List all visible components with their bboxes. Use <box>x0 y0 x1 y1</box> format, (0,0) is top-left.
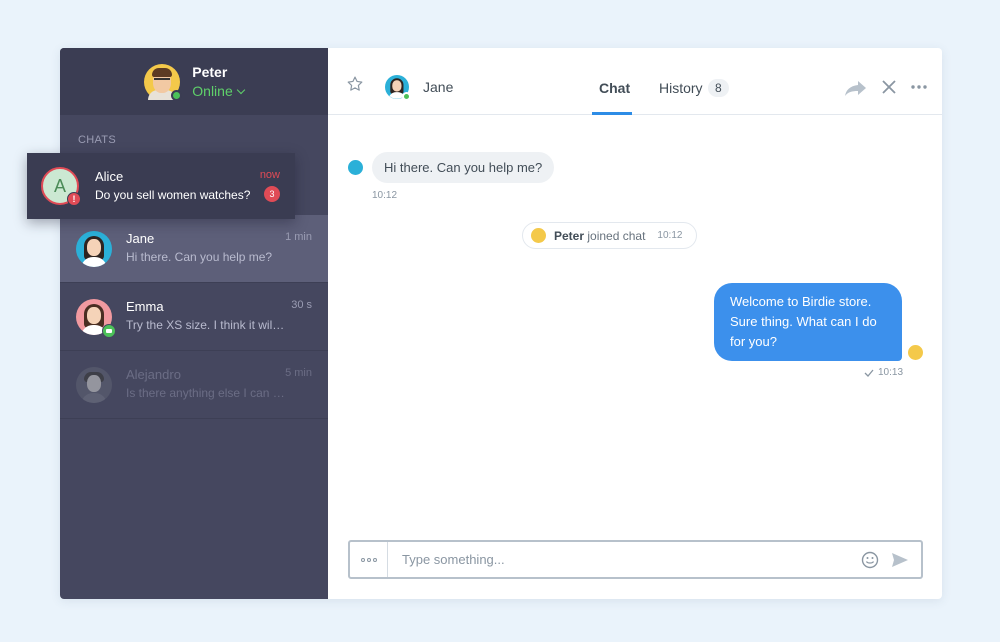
emoji-button[interactable] <box>861 551 879 569</box>
conversation-panel: Jane Chat History 8 Hi there. Can you he… <box>328 48 942 599</box>
system-event: Peter joined chat 10:12 <box>522 222 698 249</box>
chat-bubble-icon <box>102 324 116 338</box>
tab-chat[interactable]: Chat <box>599 80 630 96</box>
chat-item-emma[interactable]: Emma Try the XS size. I think it will ..… <box>60 283 328 351</box>
status-dropdown[interactable]: Online <box>192 83 245 99</box>
contact-name: Jane <box>423 79 454 95</box>
send-icon <box>892 552 908 567</box>
composer-more-button[interactable] <box>350 542 388 577</box>
history-count-badge: 8 <box>708 79 729 97</box>
avatar <box>76 299 116 338</box>
chat-item-name: Alejandro <box>126 367 181 382</box>
chat-item-time: 30 s <box>291 299 312 311</box>
conversation-header: Jane Chat History 8 <box>328 48 942 115</box>
message-status: 10:13 <box>864 367 903 378</box>
agent-avatar <box>144 63 183 101</box>
message-composer <box>348 540 923 579</box>
notification-time: now <box>259 169 280 181</box>
check-icon <box>864 369 874 377</box>
close-icon[interactable] <box>882 80 896 94</box>
chat-item-preview: Is there anything else I can do ... <box>126 386 286 400</box>
notification-message: Do you sell women watches? <box>95 188 251 202</box>
send-button[interactable] <box>891 552 909 568</box>
system-event-name: Peter <box>554 228 585 243</box>
online-indicator <box>171 89 183 101</box>
active-tab-indicator <box>592 112 632 115</box>
chat-item-name: Emma <box>126 299 164 314</box>
message-time: 10:13 <box>878 367 904 378</box>
chat-item-time: 5 min <box>285 367 312 379</box>
forward-icon[interactable] <box>844 79 868 97</box>
contact-avatar <box>348 160 363 175</box>
chat-item-jane[interactable]: Jane Hi there. Can you help me? 1 min <box>60 215 328 283</box>
agent-name: Peter <box>192 64 228 80</box>
agent-avatar <box>908 345 923 360</box>
outgoing-message-bubble: Welcome to Birdie store. Sure thing. Wha… <box>714 283 902 361</box>
chat-app-window: Peter Online CHATS Jane Hi there. Can yo… <box>60 48 942 599</box>
star-icon[interactable] <box>346 75 364 93</box>
chats-section-label: CHATS <box>78 134 116 146</box>
status-label: Online <box>192 83 233 99</box>
system-event-time: 10:12 <box>657 230 683 241</box>
message-input[interactable] <box>388 542 861 577</box>
contact-avatar <box>385 75 411 101</box>
incoming-message-bubble: Hi there. Can you help me? <box>372 152 555 183</box>
system-event-text: joined chat <box>587 228 646 243</box>
online-indicator <box>402 92 411 101</box>
incoming-chat-notification[interactable]: A ! Alice Do you sell women watches? now… <box>27 153 295 219</box>
avatar <box>76 367 112 403</box>
chevron-down-icon <box>236 85 245 94</box>
smiley-icon <box>861 551 879 568</box>
agent-avatar <box>531 228 546 243</box>
chat-item-time: 1 min <box>285 231 312 243</box>
message-time: 10:12 <box>372 190 398 201</box>
unread-count-badge: 3 <box>264 186 280 202</box>
alert-icon: ! <box>67 192 81 206</box>
agent-profile[interactable]: Peter Online <box>60 48 328 115</box>
sidebar: Peter Online CHATS Jane Hi there. Can yo… <box>60 48 328 599</box>
chat-item-preview: Hi there. Can you help me? <box>126 250 273 264</box>
avatar <box>76 231 112 267</box>
chat-item-preview: Try the XS size. I think it will ... <box>126 318 286 332</box>
chat-item-name: Jane <box>126 231 155 246</box>
notification-name: Alice <box>95 169 124 184</box>
chat-item-alejandro[interactable]: Alejandro Is there anything else I can d… <box>60 351 328 419</box>
more-options-icon[interactable] <box>911 85 927 89</box>
tab-history[interactable]: History <box>659 80 703 96</box>
